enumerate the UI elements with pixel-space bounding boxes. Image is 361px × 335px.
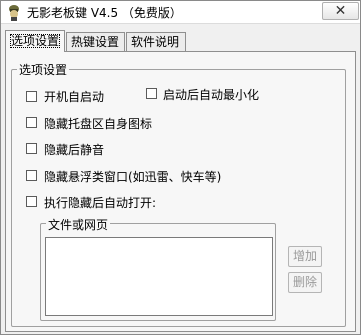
tab-help[interactable]: 软件说明 <box>126 32 186 51</box>
startup-checkbox[interactable] <box>26 91 37 102</box>
tab-options[interactable]: 选项设置 <box>5 30 65 52</box>
app-window: 无影老板键 V4.5 （免费版） ✕ 选项设置 热键设置 软件说明 选项设置 开… <box>0 0 361 335</box>
close-button[interactable]: ✕ <box>322 2 359 20</box>
tab-hotkeys[interactable]: 热键设置 <box>66 32 125 51</box>
mute-after-hide-label: 隐藏后静音 <box>44 143 105 157</box>
files-group-title: 文件或网页 <box>46 216 111 233</box>
title-bar[interactable]: 无影老板键 V4.5 （免费版） ✕ <box>1 1 360 24</box>
startup-label: 开机自启动 <box>44 90 105 104</box>
files-textarea[interactable] <box>45 237 273 316</box>
delete-button-label: 删除 <box>292 275 317 289</box>
run-after-hide-label: 执行隐藏后自动打开: <box>44 196 157 210</box>
hide-tray-icon-label: 隐藏托盘区自身图标 <box>44 117 153 131</box>
add-button-label: 增加 <box>292 249 317 263</box>
tab-hotkeys-label: 热键设置 <box>71 35 120 49</box>
minimize-after-start-checkbox[interactable] <box>146 88 157 99</box>
tab-options-label: 选项设置 <box>10 34 61 48</box>
minimize-after-start-label: 启动后自动最小化 <box>163 88 260 102</box>
close-icon: ✕ <box>334 3 347 19</box>
hide-floating-windows-label: 隐藏悬浮类窗口(如迅雷、快车等) <box>44 170 222 184</box>
boss-key-app-icon <box>9 5 19 21</box>
hide-tray-icon-checkbox[interactable] <box>26 117 37 128</box>
mute-after-hide-checkbox[interactable] <box>26 143 37 154</box>
tab-help-label: 软件说明 <box>131 35 180 49</box>
window-title: 无影老板键 V4.5 （免费版） <box>27 6 182 20</box>
options-group-title: 选项设置 <box>17 61 70 78</box>
run-after-hide-checkbox[interactable] <box>26 196 37 207</box>
delete-button[interactable]: 删除 <box>288 272 322 293</box>
add-button[interactable]: 增加 <box>288 246 322 267</box>
hide-floating-windows-checkbox[interactable] <box>26 170 37 181</box>
